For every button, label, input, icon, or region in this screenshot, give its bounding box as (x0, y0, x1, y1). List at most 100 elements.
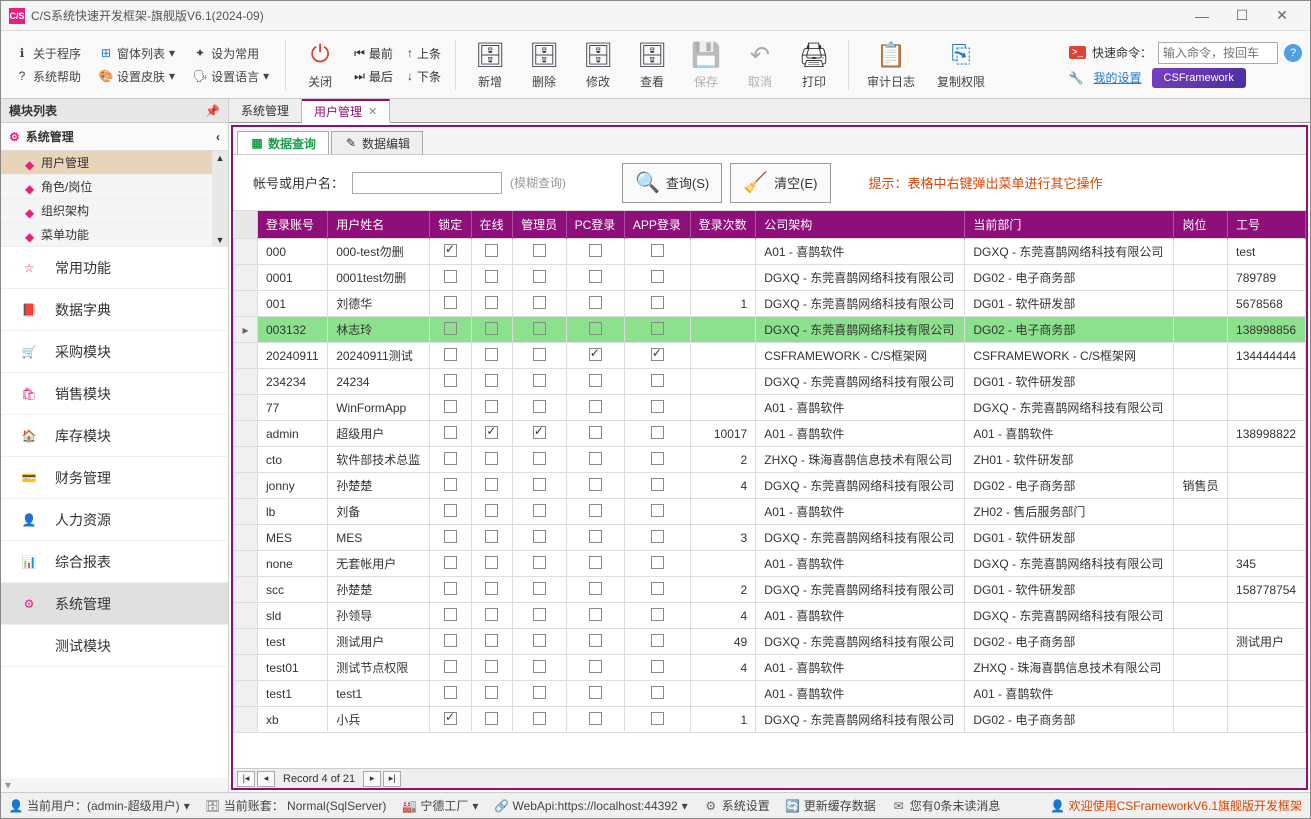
checkbox[interactable] (651, 322, 664, 335)
module-item[interactable]: 📊综合报表 (1, 541, 228, 583)
checkbox[interactable] (444, 530, 457, 543)
first-button[interactable]: ⏮最前 (350, 43, 397, 64)
checkbox[interactable] (485, 478, 498, 491)
checkbox[interactable] (533, 426, 546, 439)
module-item[interactable]: 👤人力资源 (1, 499, 228, 541)
syshelp-button[interactable]: ?系统帮助 (9, 66, 87, 87)
table-row[interactable]: none无套帐用户A01 - 喜鹊软件DGXQ - 东莞喜鹊网络科技有限公司34… (234, 551, 1306, 577)
checkbox[interactable] (651, 244, 664, 257)
checkbox[interactable] (485, 556, 498, 569)
checkbox[interactable] (589, 296, 602, 309)
checkbox[interactable] (485, 400, 498, 413)
checkbox[interactable] (589, 374, 602, 387)
module-item[interactable]: 🛍销售模块 (1, 373, 228, 415)
checkbox[interactable] (444, 660, 457, 673)
checkbox[interactable] (533, 556, 546, 569)
table-row[interactable]: 00010001test勿删DGXQ - 东莞喜鹊网络科技有限公司DG02 - … (234, 265, 1306, 291)
table-row[interactable]: test01测试节点权限4A01 - 喜鹊软件ZHXQ - 珠海喜鹊信息技术有限… (234, 655, 1306, 681)
tab-system[interactable]: 系统管理 (229, 99, 302, 122)
checkbox[interactable] (589, 348, 602, 361)
checkbox[interactable] (533, 244, 546, 257)
checkbox[interactable] (444, 504, 457, 517)
checkbox[interactable] (589, 478, 602, 491)
checkbox[interactable] (533, 400, 546, 413)
status-messages[interactable]: ✉您有0条未读消息 (892, 797, 1001, 814)
close-tab-icon[interactable]: ✕ (368, 105, 377, 118)
checkbox[interactable] (651, 660, 664, 673)
column-header[interactable]: 公司架构 (756, 211, 965, 239)
checkbox[interactable] (589, 244, 602, 257)
tree-item[interactable]: ◆用户管理 (1, 151, 212, 175)
module-item[interactable]: 测试模块 (1, 625, 228, 667)
maximize-button[interactable]: ☐ (1222, 2, 1262, 30)
minimize-button[interactable]: — (1182, 2, 1222, 30)
checkbox[interactable] (651, 296, 664, 309)
checkbox[interactable] (444, 582, 457, 595)
prev-button[interactable]: ↑上条 (403, 43, 445, 64)
table-row[interactable]: test测试用户49DGXQ - 东莞喜鹊网络科技有限公司DG02 - 电子商务… (234, 629, 1306, 655)
table-row[interactable]: MESMES3DGXQ - 东莞喜鹊网络科技有限公司DG01 - 软件研发部 (234, 525, 1306, 551)
checkbox[interactable] (444, 270, 457, 283)
checkbox[interactable] (485, 270, 498, 283)
checkbox[interactable] (444, 634, 457, 647)
edit-button[interactable]: 🗄修改 (574, 35, 622, 94)
search-button[interactable]: 🔍查询(S) (622, 163, 722, 203)
checkbox[interactable] (589, 582, 602, 595)
tree-item[interactable]: ◆组织架构 (1, 199, 212, 223)
column-header[interactable]: 锁定 (430, 211, 471, 239)
tree-item[interactable]: ◆菜单功能 (1, 223, 212, 247)
table-row[interactable]: ▸003132林志玲DGXQ - 东莞喜鹊网络科技有限公司DG02 - 电子商务… (234, 317, 1306, 343)
checkbox[interactable] (533, 270, 546, 283)
checkbox[interactable] (651, 608, 664, 621)
column-header[interactable]: PC登录 (566, 211, 624, 239)
checkbox[interactable] (533, 582, 546, 595)
column-header[interactable]: APP登录 (624, 211, 690, 239)
quickcmd-input[interactable] (1158, 42, 1278, 64)
mysettings-link[interactable]: 我的设置 (1094, 69, 1142, 86)
status-settings[interactable]: ⚙系统设置 (704, 797, 770, 814)
column-header[interactable]: 当前部门 (965, 211, 1174, 239)
checkbox[interactable] (589, 426, 602, 439)
checkbox[interactable] (444, 556, 457, 569)
checkbox[interactable] (485, 686, 498, 699)
pin-icon[interactable]: 📌 (205, 104, 220, 118)
table-row[interactable]: sld孙领导4A01 - 喜鹊软件DGXQ - 东莞喜鹊网络科技有限公司 (234, 603, 1306, 629)
checkbox[interactable] (651, 556, 664, 569)
checkbox[interactable] (589, 400, 602, 413)
checkbox[interactable] (651, 478, 664, 491)
checkbox[interactable] (485, 426, 498, 439)
checkbox[interactable] (651, 530, 664, 543)
column-header[interactable]: 在线 (471, 211, 512, 239)
checkbox[interactable] (651, 374, 664, 387)
checkbox[interactable] (533, 504, 546, 517)
nav-next[interactable]: ▸ (363, 771, 381, 787)
checkbox[interactable] (485, 530, 498, 543)
checkbox[interactable] (444, 686, 457, 699)
close-window-button[interactable]: ✕ (1262, 2, 1302, 30)
checkbox[interactable] (444, 426, 457, 439)
checkbox[interactable] (444, 322, 457, 335)
audit-button[interactable]: 📋审计日志 (859, 35, 923, 94)
tree-scrollbar[interactable]: ▲▼ (212, 151, 228, 247)
column-header[interactable]: 登录账号 (258, 211, 328, 239)
checkbox[interactable] (589, 634, 602, 647)
checkbox[interactable] (533, 660, 546, 673)
checkbox[interactable] (533, 530, 546, 543)
checkbox[interactable] (651, 504, 664, 517)
table-row[interactable]: cto软件部技术总监2ZHXQ - 珠海喜鹊信息技术有限公司ZH01 - 软件研… (234, 447, 1306, 473)
checkbox[interactable] (651, 712, 664, 725)
checkbox[interactable] (485, 582, 498, 595)
nav-last[interactable]: ▸| (383, 771, 401, 787)
checkbox[interactable] (533, 452, 546, 465)
copyauth-button[interactable]: ⎘复制权限 (929, 35, 993, 94)
checkbox[interactable] (651, 686, 664, 699)
checkbox[interactable] (651, 400, 664, 413)
checkbox[interactable] (485, 348, 498, 361)
last-button[interactable]: ⏭最后 (350, 66, 397, 87)
checkbox[interactable] (485, 244, 498, 257)
checkbox[interactable] (533, 608, 546, 621)
checkbox[interactable] (444, 452, 457, 465)
lang-button[interactable]: 🗣设置语言 ▾ (187, 66, 275, 87)
checkbox[interactable] (589, 322, 602, 335)
module-item[interactable]: 📕数据字典 (1, 289, 228, 331)
